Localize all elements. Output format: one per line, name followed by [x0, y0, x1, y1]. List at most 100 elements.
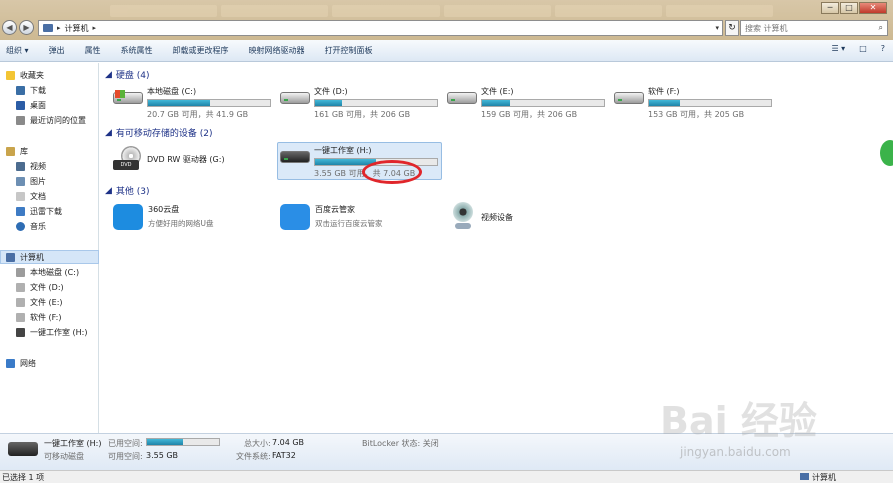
background-tabs: [110, 5, 774, 17]
drive-free: 153 GB 可用，共 205 GB: [648, 110, 745, 119]
sidebar-item-documents[interactable]: 文档: [16, 191, 46, 202]
back-button[interactable]: ◀: [2, 20, 17, 35]
drive-name: 文件 (D:): [314, 87, 348, 96]
item-name: 百度云管家: [315, 205, 355, 214]
uninstall-button[interactable]: 卸载或更改程序: [173, 45, 229, 56]
other-360[interactable]: 360云盘 方便好用的网络U盘: [113, 204, 214, 230]
section-title: 有可移动存储的设备 (2): [115, 129, 213, 139]
sidebar-item-videos[interactable]: 视频: [16, 161, 46, 172]
sidebar-item-pictures[interactable]: 图片: [16, 176, 46, 187]
breadcrumb-computer[interactable]: 计算机: [65, 23, 89, 34]
eject-button[interactable]: 弹出: [49, 45, 65, 56]
star-icon: [6, 71, 15, 80]
address-bar[interactable]: ▸ 计算机 ▸ ▾: [38, 20, 723, 36]
nav-buttons: ◀ ▶: [2, 20, 34, 35]
drive-icon: [614, 86, 644, 108]
sidebar-label: 计算机: [20, 253, 44, 262]
video-icon: [16, 162, 25, 171]
computer-icon: [800, 473, 809, 480]
details-name: 一键工作室 (H:): [44, 439, 102, 448]
search-placeholder: 搜索 计算机: [745, 23, 788, 33]
sidebar-item-downloads[interactable]: 下载: [16, 85, 46, 96]
sidebar-item-favorites[interactable]: 收藏夹: [6, 70, 44, 81]
command-bar: 组织 ▾ 弹出 属性 系统属性 卸载或更改程序 映射网络驱动器 打开控制面板 ☰…: [0, 40, 893, 62]
map-drive-button[interactable]: 映射网络驱动器: [249, 45, 305, 56]
sidebar-item-thunder[interactable]: 迅雷下载: [16, 206, 62, 217]
cloud-icon: [113, 204, 143, 230]
sidebar-item-drive-h[interactable]: 一键工作室 (H:): [16, 327, 88, 338]
usb-drive-icon: [16, 328, 25, 337]
breadcrumb-arrow-2[interactable]: ▸: [93, 24, 97, 32]
drive-c[interactable]: 本地磁盘 (C:) 20.7 GB 可用，共 41.9 GB: [113, 86, 271, 120]
control-panel-button[interactable]: 打开控制面板: [325, 45, 373, 56]
drive-name: 一键工作室 (H:): [314, 146, 372, 155]
used-label: 已用空间:: [108, 439, 143, 448]
drive-name: 文件 (E:): [481, 87, 514, 96]
address-dropdown[interactable]: ▾: [715, 24, 719, 32]
sidebar-item-network[interactable]: 网络: [6, 358, 36, 369]
other-baidu[interactable]: 百度云管家双击运行百度云管家: [280, 204, 383, 230]
maximize-button[interactable]: □: [840, 2, 858, 14]
footer-computer: 计算机: [800, 472, 836, 483]
dvd-drive[interactable]: DVD DVD RW 驱动器 (G:): [113, 146, 225, 172]
drive-f[interactable]: 软件 (F:) 153 GB 可用，共 205 GB: [614, 86, 772, 120]
item-desc: 方便好用的网络U盘: [148, 219, 214, 228]
help-button[interactable]: ?: [881, 44, 885, 53]
details-usage-bar: [146, 438, 220, 446]
system-properties-button[interactable]: 系统属性: [121, 45, 153, 56]
organize-button[interactable]: 组织 ▾: [6, 45, 29, 56]
sidebar-item-drive-c[interactable]: 本地磁盘 (C:): [16, 267, 79, 278]
sidebar-item-library[interactable]: 库: [6, 146, 28, 157]
usage-bar: [314, 99, 438, 107]
other-video[interactable]: 视频设备: [450, 202, 513, 232]
selection-count: 已选择 1 项: [2, 473, 45, 482]
forward-button[interactable]: ▶: [19, 20, 34, 35]
drive-e[interactable]: 文件 (E:) 159 GB 可用，共 206 GB: [447, 86, 605, 120]
document-icon: [16, 192, 25, 201]
sidebar-label: 本地磁盘 (C:): [30, 268, 80, 277]
collapse-icon[interactable]: ◢: [105, 186, 112, 196]
drive-name: 本地磁盘 (C:): [147, 87, 197, 96]
item-desc: 双击运行百度云管家: [315, 219, 383, 228]
sidebar-label: 迅雷下载: [30, 207, 62, 216]
sidebar-item-drive-f[interactable]: 软件 (F:): [16, 312, 61, 323]
view-button[interactable]: ☰ ▾: [831, 44, 845, 53]
breadcrumb-arrow[interactable]: ▸: [57, 24, 61, 32]
sidebar-item-music[interactable]: 音乐: [16, 221, 46, 232]
properties-button[interactable]: 属性: [85, 45, 101, 56]
sidebar-item-drive-d[interactable]: 文件 (D:): [16, 282, 64, 293]
sidebar-item-desktop[interactable]: 桌面: [16, 100, 46, 111]
collapse-icon[interactable]: ◢: [105, 70, 112, 80]
drive-icon: [16, 268, 25, 277]
details-type: 可移动磁盘: [44, 452, 84, 461]
sidebar-item-recent[interactable]: 最近访问的位置: [16, 115, 86, 126]
drive-d[interactable]: 文件 (D:) 161 GB 可用，共 206 GB: [280, 86, 438, 120]
search-icon[interactable]: ⌕: [879, 23, 883, 33]
title-bar: ─ □ ✕ ◀ ▶ ▸ 计算机 ▸ ▾ ↻ 搜索 计算机 ⌕: [0, 0, 893, 40]
drive-free: 3.55 GB 可用: [314, 169, 365, 178]
sidebar-label: 文件 (E:): [30, 298, 63, 307]
section-other[interactable]: ◢ 其他 (3): [105, 184, 150, 198]
usage-bar: [481, 99, 605, 107]
section-hard-drives[interactable]: ◢ 硬盘 (4): [105, 68, 150, 82]
side-widget[interactable]: [880, 140, 893, 166]
preview-pane-button[interactable]: □: [859, 44, 867, 53]
desktop-icon: [16, 101, 25, 110]
usage-bar: [147, 99, 271, 107]
drive-free: 20.7 GB 可用，共 41.9 GB: [147, 110, 249, 119]
baidu-watermark: Bai 经验: [660, 399, 817, 443]
sidebar-label: 音乐: [30, 222, 46, 231]
fs-label: 文件系统:: [236, 452, 271, 461]
refresh-button[interactable]: ↻: [725, 20, 739, 36]
search-input[interactable]: 搜索 计算机 ⌕: [740, 20, 888, 36]
drive-name: DVD RW 驱动器 (G:): [147, 154, 225, 164]
sidebar-item-computer[interactable]: 计算机: [6, 252, 44, 263]
collapse-icon[interactable]: ◢: [105, 128, 112, 138]
section-removable[interactable]: ◢ 有可移动存储的设备 (2): [105, 126, 213, 140]
close-button[interactable]: ✕: [859, 2, 887, 14]
sidebar-item-drive-e[interactable]: 文件 (E:): [16, 297, 63, 308]
minimize-button[interactable]: ─: [821, 2, 839, 14]
drive-icon: [447, 86, 477, 108]
download-icon: [16, 86, 25, 95]
sidebar-label: 最近访问的位置: [30, 116, 86, 125]
